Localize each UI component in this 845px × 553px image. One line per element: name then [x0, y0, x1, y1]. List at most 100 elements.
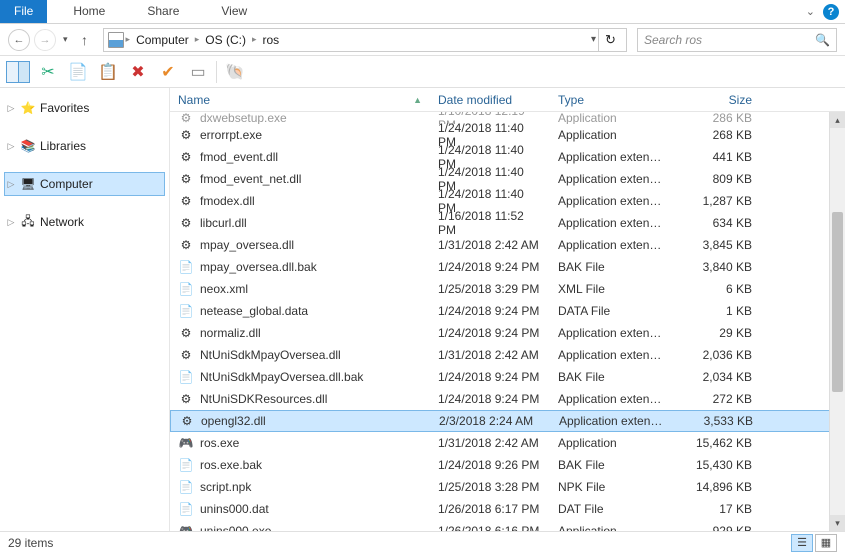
network-icon: 🖧	[20, 214, 36, 230]
file-icon: 📄	[178, 479, 194, 495]
file-row[interactable]: ⚙libcurl.dll1/16/2018 11:52 PMApplicatio…	[170, 212, 845, 234]
file-type: Application	[550, 524, 670, 531]
col-size[interactable]: Size	[670, 93, 760, 107]
chevron-right-icon[interactable]: ▷	[6, 217, 16, 228]
ribbon-tab-view[interactable]: View	[207, 0, 261, 23]
file-size: 2,036 KB	[670, 348, 760, 362]
layout-panes-button[interactable]	[6, 60, 30, 84]
chevron-right-icon[interactable]: ▷	[6, 141, 16, 152]
file-row[interactable]: ⚙NtUniSdkMpayOversea.dll1/31/2018 2:42 A…	[170, 344, 845, 366]
file-row[interactable]: 📄mpay_oversea.dll.bak1/24/2018 9:24 PMBA…	[170, 256, 845, 278]
sort-asc-icon: ▲	[413, 95, 422, 105]
file-icon: 📄	[178, 281, 194, 297]
file-size: 14,896 KB	[670, 480, 760, 494]
ribbon-tab-file[interactable]: File	[0, 0, 47, 23]
file-row[interactable]: 🎮ros.exe1/31/2018 2:42 AMApplication15,4…	[170, 432, 845, 454]
recent-dropdown[interactable]: ▾	[60, 34, 71, 45]
file-name: mpay_oversea.dll.bak	[200, 260, 317, 274]
window-icon: ▭	[190, 62, 205, 82]
breadcrumb-folder[interactable]: ros	[258, 33, 283, 47]
file-row[interactable]: 📄unins000.dat1/26/2018 6:17 PMDAT File17…	[170, 498, 845, 520]
file-icon: 📄	[178, 457, 194, 473]
cut-button[interactable]: ✂	[36, 60, 60, 84]
file-size: 634 KB	[670, 216, 760, 230]
chevron-right-icon[interactable]: ▸	[195, 34, 200, 45]
file-row[interactable]: 🎮unins000.exe1/26/2018 6:16 PMApplicatio…	[170, 520, 845, 531]
file-icon: 📄	[178, 303, 194, 319]
shell-button[interactable]: 🐚	[223, 60, 247, 84]
tree-libraries[interactable]: ▷ 📚 Libraries	[4, 134, 165, 158]
scroll-thumb[interactable]	[832, 212, 843, 392]
file-name: NtUniSdkMpayOversea.dll	[200, 348, 341, 362]
icons-view-button[interactable]: ▦	[815, 534, 837, 552]
file-row[interactable]: ⚙mpay_oversea.dll1/31/2018 2:42 AMApplic…	[170, 234, 845, 256]
file-icon: ⚙	[178, 325, 194, 341]
file-date: 1/16/2018 11:52 PM	[430, 209, 550, 237]
file-name: NtUniSdkMpayOversea.dll.bak	[200, 370, 363, 384]
file-size: 17 KB	[670, 502, 760, 516]
file-name: fmodex.dll	[200, 194, 255, 208]
details-view-button[interactable]: ☰	[791, 534, 813, 552]
new-item-button[interactable]: ▭	[186, 60, 210, 84]
file-type: Application extens...	[550, 194, 670, 208]
file-name: unins000.dat	[200, 502, 269, 516]
chevron-down-icon[interactable]: ⌄	[806, 5, 815, 18]
scroll-up-button[interactable]: ▴	[830, 112, 845, 128]
file-icon: ⚙	[178, 237, 194, 253]
file-date: 1/24/2018 9:24 PM	[430, 392, 550, 406]
chevron-right-icon[interactable]: ▷	[6, 103, 16, 114]
file-size: 441 KB	[670, 150, 760, 164]
rename-button[interactable]: ✔	[156, 60, 180, 84]
col-type[interactable]: Type	[550, 93, 670, 107]
search-input[interactable]: Search ros 🔍	[637, 28, 837, 52]
tree-computer[interactable]: ▷ 🖥 Computer	[4, 172, 165, 196]
chevron-right-icon[interactable]: ▸	[252, 34, 257, 45]
file-name: unins000.exe	[200, 524, 271, 531]
file-icon: ⚙	[178, 127, 194, 143]
file-icon: ⚙	[179, 413, 195, 429]
file-row[interactable]: ⚙opengl32.dll2/3/2018 2:24 AMApplication…	[170, 410, 845, 432]
file-row[interactable]: 📄ros.exe.bak1/24/2018 9:26 PMBAK File15,…	[170, 454, 845, 476]
breadcrumb-drive[interactable]: OS (C:)	[201, 33, 250, 47]
file-type: BAK File	[550, 458, 670, 472]
refresh-button[interactable]: ↻	[598, 29, 622, 51]
forward-button[interactable]: →	[34, 29, 56, 51]
tree-favorites[interactable]: ▷ ⭐ Favorites	[4, 96, 165, 120]
drive-icon	[108, 32, 124, 48]
tree-network[interactable]: ▷ 🖧 Network	[4, 210, 165, 234]
chevron-right-icon[interactable]: ▸	[126, 34, 131, 45]
file-row[interactable]: 📄neox.xml1/25/2018 3:29 PMXML File6 KB	[170, 278, 845, 300]
item-count: 29 items	[8, 536, 53, 550]
ribbon-tab-share[interactable]: Share	[133, 0, 193, 23]
file-date: 2/3/2018 2:24 AM	[431, 414, 551, 428]
copy-icon: 📄	[68, 62, 88, 82]
x-icon: ✖	[131, 62, 144, 82]
chevron-right-icon[interactable]: ▷	[6, 179, 16, 190]
paste-button[interactable]: 📋	[96, 60, 120, 84]
file-row[interactable]: ⚙normaliz.dll1/24/2018 9:24 PMApplicatio…	[170, 322, 845, 344]
help-icon[interactable]: ?	[823, 4, 839, 20]
delete-button[interactable]: ✖	[126, 60, 150, 84]
scroll-down-button[interactable]: ▾	[830, 515, 845, 531]
copy-button[interactable]: 📄	[66, 60, 90, 84]
file-row[interactable]: ⚙NtUniSDKResources.dll1/24/2018 9:24 PMA…	[170, 388, 845, 410]
file-type: Application extens...	[550, 216, 670, 230]
file-type: XML File	[550, 282, 670, 296]
col-date[interactable]: Date modified	[430, 93, 550, 107]
chevron-down-icon[interactable]: ▾	[591, 34, 596, 45]
file-size: 3,845 KB	[670, 238, 760, 252]
up-button[interactable]: ↑	[75, 30, 95, 50]
breadcrumb-computer[interactable]: Computer	[132, 33, 193, 47]
col-name[interactable]: Name▲	[170, 93, 430, 107]
file-name: ros.exe	[200, 436, 239, 450]
back-button[interactable]: ←	[8, 29, 30, 51]
file-size: 6 KB	[670, 282, 760, 296]
scrollbar[interactable]: ▴ ▾	[829, 112, 845, 531]
file-row[interactable]: 📄netease_global.data1/24/2018 9:24 PMDAT…	[170, 300, 845, 322]
file-row[interactable]: 📄script.npk1/25/2018 3:28 PMNPK File14,8…	[170, 476, 845, 498]
file-row[interactable]: 📄NtUniSdkMpayOversea.dll.bak1/24/2018 9:…	[170, 366, 845, 388]
ribbon-tab-home[interactable]: Home	[59, 0, 119, 23]
file-name: neox.xml	[200, 282, 248, 296]
arrow-right-icon: →	[40, 34, 51, 46]
address-bar[interactable]: ▸ Computer ▸ OS (C:) ▸ ros ▾ ↻	[103, 28, 627, 52]
